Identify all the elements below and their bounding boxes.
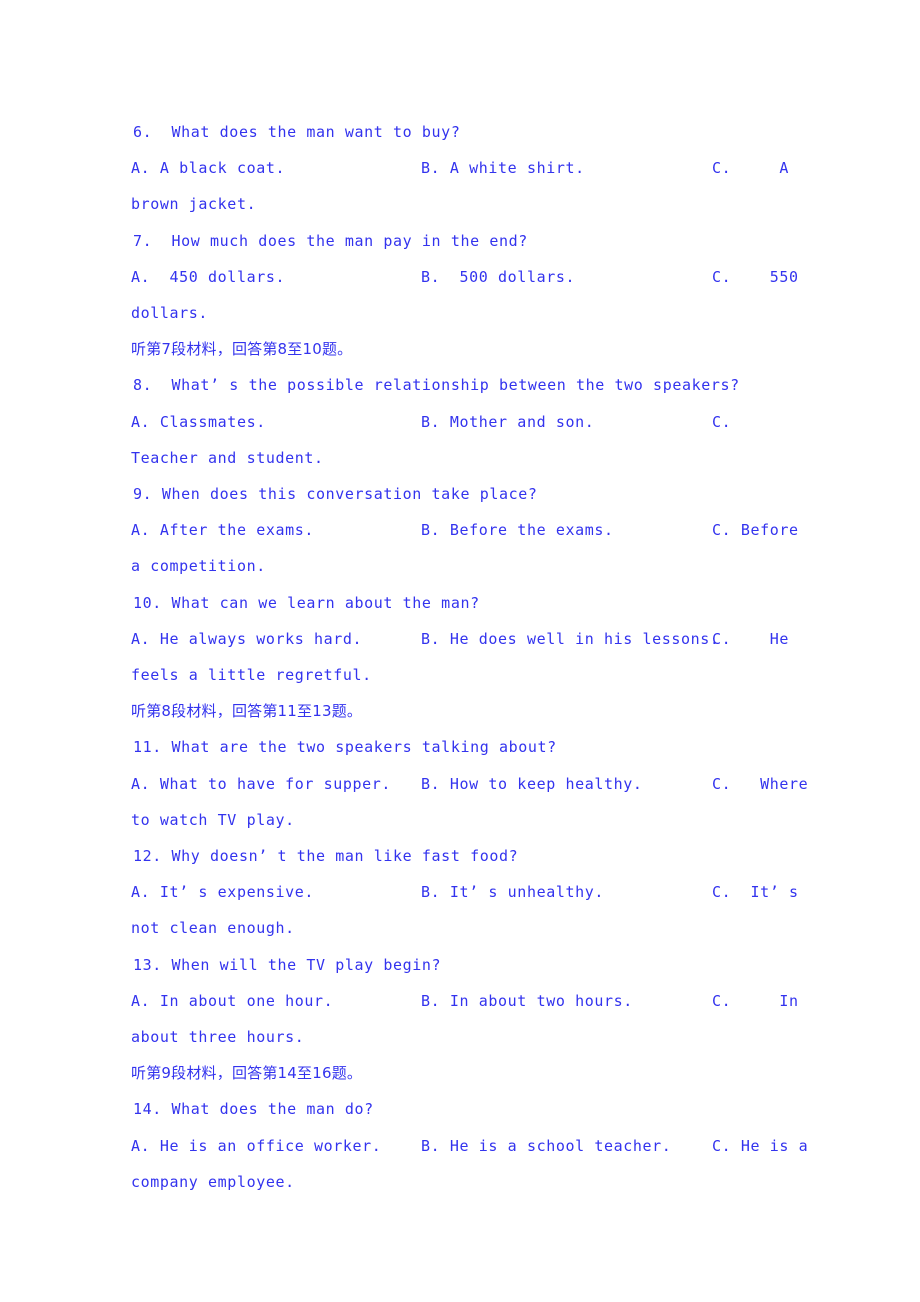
option-c[interactable]: C. [712, 412, 731, 432]
option-a[interactable]: A. He is an office worker. [131, 1136, 381, 1156]
option-b[interactable]: B. He is a school teacher. [421, 1136, 671, 1156]
option-overflow: feels a little regretful. [131, 666, 372, 684]
option-b[interactable]: B. He does well in his lessons. [421, 629, 720, 649]
question-stem: 7. How much does the man pay in the end? [133, 231, 528, 250]
option-c[interactable]: C. Where [712, 774, 808, 794]
option-overflow: dollars. [131, 304, 209, 322]
option-a[interactable]: A. He always works hard. [131, 629, 362, 649]
option-overflow: a competition. [131, 557, 266, 576]
question-stem: 12. Why doesn’ t the man like fast food? [133, 847, 519, 865]
option-row: A. He is an office worker. B. He is a sch… [0, 1136, 920, 1156]
option-overflow: about three hours. [131, 1028, 305, 1046]
option-c[interactable]: C. He [712, 629, 789, 649]
option-row: A. He always works hard. B. He does well … [0, 629, 920, 649]
option-b[interactable]: B. Mother and son. [421, 412, 594, 432]
option-a[interactable]: A. It’ s expensive. [131, 882, 314, 902]
option-c[interactable]: C. 550 [712, 267, 799, 287]
option-overflow: company employee. [131, 1172, 295, 1191]
option-c[interactable]: C. It’ s [712, 882, 799, 902]
option-a[interactable]: A. What to have for supper. [131, 774, 391, 794]
option-row: A. After the exams. B. Before the exams. C… [0, 520, 920, 540]
option-row: A. A black coat. B. A white shirt. C. A [0, 158, 920, 178]
document-page: 6. What does the man want to buy? A. A bl… [0, 0, 920, 1302]
option-c[interactable]: C. He is a [712, 1136, 808, 1156]
option-b[interactable]: B. It’ s unhealthy. [421, 882, 604, 902]
option-b[interactable]: B. How to keep healthy. [421, 774, 643, 794]
option-c[interactable]: C. A [712, 158, 789, 178]
option-c[interactable]: C. In [712, 991, 799, 1011]
option-row: A. In about one hour. B. In about two hou… [0, 991, 920, 1011]
question-stem: 9. When does this conversation take plac… [133, 485, 538, 503]
option-a[interactable]: A. 450 dollars. [131, 267, 285, 287]
section-header: 听第7段材料，回答第8至10题。 [131, 340, 353, 359]
option-b[interactable]: B. 500 dollars. [421, 267, 575, 287]
option-c[interactable]: C. Before [712, 520, 799, 540]
question-stem: 11. What are the two speakers talking ab… [133, 738, 557, 757]
option-b[interactable]: B. In about two hours. [421, 991, 633, 1011]
option-row: A. What to have for supper. B. How to kee… [0, 774, 920, 794]
question-stem: 8. What’ s the possible relationship bet… [133, 376, 740, 395]
section-header: 听第8段材料，回答第11至13题。 [131, 702, 363, 721]
option-a[interactable]: A. After the exams. [131, 520, 314, 540]
question-stem: 13. When will the TV play begin? [133, 955, 442, 974]
option-overflow: Teacher and student. [131, 448, 324, 467]
option-overflow: brown jacket. [131, 195, 257, 214]
option-row: A. Classmates. B. Mother and son. C. [0, 412, 920, 432]
option-row: A. 450 dollars. B. 500 dollars. C. 550 [0, 267, 920, 287]
option-b[interactable]: B. A white shirt. [421, 158, 585, 178]
option-overflow: not clean enough. [131, 919, 295, 938]
option-a[interactable]: A. In about one hour. [131, 991, 333, 1011]
section-header: 听第9段材料，回答第14至16题。 [131, 1064, 363, 1083]
question-stem: 10. What can we learn about the man? [133, 593, 480, 612]
question-stem: 6. What does the man want to buy? [133, 123, 461, 141]
option-overflow: to watch TV play. [131, 810, 295, 829]
option-b[interactable]: B. Before the exams. [421, 520, 614, 540]
question-stem: 14. What does the man do? [133, 1100, 374, 1119]
option-a[interactable]: A. A black coat. [131, 158, 285, 178]
option-row: A. It’ s expensive. B. It’ s unhealthy. C.… [0, 882, 920, 902]
option-a[interactable]: A. Classmates. [131, 412, 266, 432]
